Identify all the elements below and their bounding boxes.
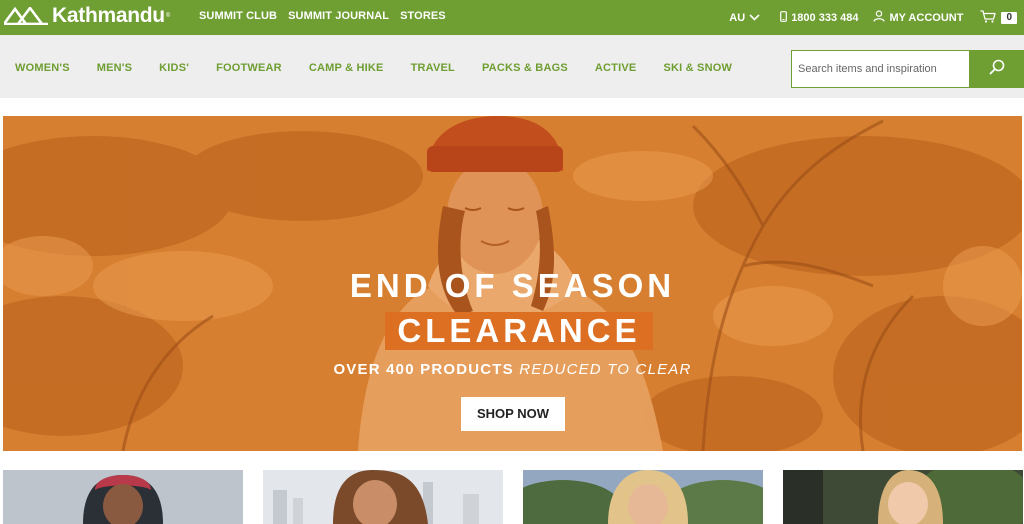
search-button[interactable]: [969, 50, 1024, 88]
phone-number: 1800 333 484: [791, 11, 859, 24]
summit-journal-link[interactable]: SUMMIT JOURNAL: [288, 10, 389, 22]
tile-image: [783, 470, 1023, 524]
user-icon: [873, 10, 886, 25]
summit-club-link[interactable]: SUMMIT CLUB: [199, 10, 277, 22]
nav-ski-snow[interactable]: SKI & SNOW: [663, 62, 732, 74]
cart-icon: [980, 9, 997, 26]
category-list: WOMEN'S MEN'S KIDS' FOOTWEAR CAMP & HIKE…: [15, 62, 732, 74]
top-bar: Kathmandu ® SUMMIT CLUB SUMMIT JOURNAL S…: [0, 0, 1024, 35]
search-input[interactable]: [791, 50, 969, 88]
tile-image: [3, 470, 243, 524]
hero-headline: END OF SEASON: [349, 267, 676, 304]
registered-mark: ®: [165, 13, 171, 19]
hero-banner[interactable]: END OF SEASON CLEARANCE OVER 400 PRODUCT…: [3, 116, 1022, 451]
nav-mens[interactable]: MEN'S: [97, 62, 132, 74]
tile-image: [263, 470, 503, 524]
region-selector[interactable]: AU: [729, 12, 760, 24]
my-account-link[interactable]: MY ACCOUNT: [873, 10, 963, 25]
search-box: [791, 50, 1024, 88]
stores-link[interactable]: STORES: [400, 10, 446, 22]
my-account-label: MY ACCOUNT: [889, 11, 964, 24]
nav-kids[interactable]: KIDS': [159, 62, 189, 74]
phone-icon: [780, 10, 788, 25]
brand-logo[interactable]: Kathmandu ®: [4, 4, 170, 28]
mountain-logo-icon: [4, 7, 48, 25]
hero-highlight: CLEARANCE: [385, 312, 653, 350]
cart-button[interactable]: 0: [980, 9, 1017, 26]
category-nav: WOMEN'S MEN'S KIDS' FOOTWEAR CAMP & HIKE…: [0, 35, 1024, 98]
nav-travel[interactable]: TRAVEL: [411, 62, 455, 74]
utility-links: SUMMIT CLUB SUMMIT JOURNAL STORES: [199, 10, 446, 22]
nav-packs-bags[interactable]: PACKS & BAGS: [482, 62, 568, 74]
region-label: AU: [729, 11, 746, 24]
tile-image: [523, 470, 763, 524]
category-tile[interactable]: [3, 470, 243, 524]
category-tile[interactable]: [783, 470, 1023, 524]
top-right-utilities: AU 1800 333 484 MY ACCOUNT 0: [729, 0, 1024, 35]
cart-count-badge: 0: [1001, 11, 1017, 24]
nav-womens[interactable]: WOMEN'S: [15, 62, 70, 74]
chevron-down-icon: [749, 12, 760, 24]
nav-footwear[interactable]: FOOTWEAR: [216, 62, 282, 74]
phone-link[interactable]: 1800 333 484: [780, 10, 859, 25]
shop-now-button[interactable]: SHOP NOW: [461, 397, 565, 431]
hero-subline-bold: OVER 400 PRODUCTS: [333, 361, 514, 378]
category-tile[interactable]: [263, 470, 503, 524]
hero-text-block: END OF SEASON CLEARANCE OVER 400 PRODUCT…: [3, 116, 1022, 451]
category-tile[interactable]: [523, 470, 763, 524]
search-icon: [989, 59, 1005, 80]
nav-camp-hike[interactable]: CAMP & HIKE: [309, 62, 384, 74]
nav-active[interactable]: ACTIVE: [595, 62, 637, 74]
hero-subline-italic: REDUCED TO CLEAR: [519, 361, 692, 378]
brand-name: Kathmandu: [52, 4, 165, 27]
hero-subline: OVER 400 PRODUCTS REDUCED TO CLEAR: [3, 361, 1022, 378]
